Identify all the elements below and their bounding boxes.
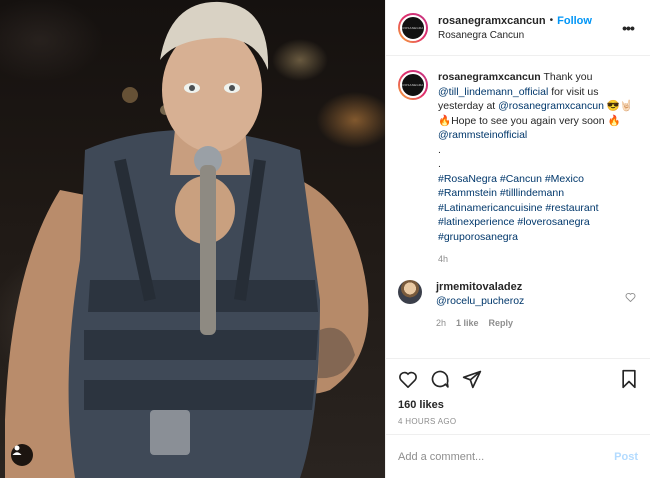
comment-username[interactable]: jrmemitovaladez [436, 280, 524, 294]
performer-illustration [5, 1, 369, 478]
hashtag-link[interactable]: #gruporosanegra [438, 231, 518, 243]
post-age[interactable]: 4 HOURS AGO [398, 417, 638, 426]
avatar-logo-text: ROSANEGRA [402, 83, 424, 87]
comment-item: jrmemitovaladez @rocelu_pucheroz 2h 1 li… [398, 280, 638, 328]
follow-button[interactable]: Follow [557, 15, 592, 27]
hashtag-link[interactable]: #Cancun [500, 173, 542, 185]
profile-avatar[interactable]: ROSANEGRA [398, 12, 428, 43]
share-icon[interactable] [462, 369, 482, 389]
caption: ROSANEGRA rosanegramxcancun Thank you @t… [398, 70, 638, 264]
caption-avatar[interactable]: ROSANEGRA [398, 70, 428, 100]
avatar-logo-text: ROSANEGRA [402, 25, 424, 30]
comment-input[interactable] [398, 450, 615, 463]
location-link[interactable]: Rosanegra Cancun [438, 30, 618, 41]
reply-button[interactable]: Reply [489, 318, 514, 328]
caption-dot: . [438, 158, 441, 170]
mention-link[interactable]: @till_lindemann_official [438, 86, 548, 98]
comments-section: ROSANEGRA rosanegramxcancun Thank you @t… [386, 56, 650, 358]
add-comment-bar: Post [386, 434, 650, 478]
comment-time[interactable]: 2h [436, 318, 446, 328]
hashtag-link[interactable]: #latinexperience [438, 216, 514, 228]
hashtag-link[interactable]: #restaurant [545, 202, 598, 214]
hashtag-link[interactable]: #RosaNegra [438, 173, 497, 185]
hashtag-link[interactable]: #Rammstein [438, 187, 497, 199]
header-username[interactable]: rosanegramxcancun [438, 15, 546, 27]
caption-username[interactable]: rosanegramxcancun [438, 71, 541, 83]
instagram-post: ROSANEGRA rosanegramxcancun • Follow Ros… [0, 0, 650, 478]
mention-link[interactable]: @rammsteinofficial [438, 129, 527, 141]
caption-dot: . [438, 143, 441, 156]
hashtag-link[interactable]: #Mexico [545, 173, 584, 185]
mention-link[interactable]: @rosanegramxcancun [498, 100, 604, 112]
post-header: ROSANEGRA rosanegramxcancun • Follow Ros… [386, 0, 650, 56]
comment-likes[interactable]: 1 like [456, 318, 479, 328]
user-tag-icon[interactable] [11, 444, 33, 466]
hashtag-link[interactable]: #Latinamericancuisine [438, 202, 542, 214]
caption-time[interactable]: 4h [438, 254, 643, 264]
heart-icon[interactable] [398, 370, 418, 388]
hashtag-link[interactable]: #loverosanegra [517, 216, 589, 228]
separator-dot: • [549, 15, 554, 26]
hashtag-link[interactable]: #tilllindemann [500, 187, 564, 199]
post-photo[interactable] [0, 0, 385, 478]
like-small-icon[interactable] [625, 292, 636, 305]
post-side-panel: ROSANEGRA rosanegramxcancun • Follow Ros… [385, 0, 650, 478]
comment-mention[interactable]: @rocelu_pucheroz [436, 294, 524, 308]
post-button[interactable]: Post [614, 451, 638, 463]
more-icon[interactable]: ••• [618, 20, 638, 36]
comment-icon[interactable] [430, 369, 450, 389]
commenter-avatar[interactable] [398, 280, 422, 304]
caption-text: rosanegramxcancun Thank you @till_lindem… [438, 70, 643, 244]
likes-count[interactable]: 160 likes [398, 399, 638, 411]
caption-text-1: Thank you [540, 71, 593, 83]
post-actions: 160 likes 4 HOURS AGO [386, 358, 650, 434]
bookmark-icon[interactable] [620, 369, 638, 389]
